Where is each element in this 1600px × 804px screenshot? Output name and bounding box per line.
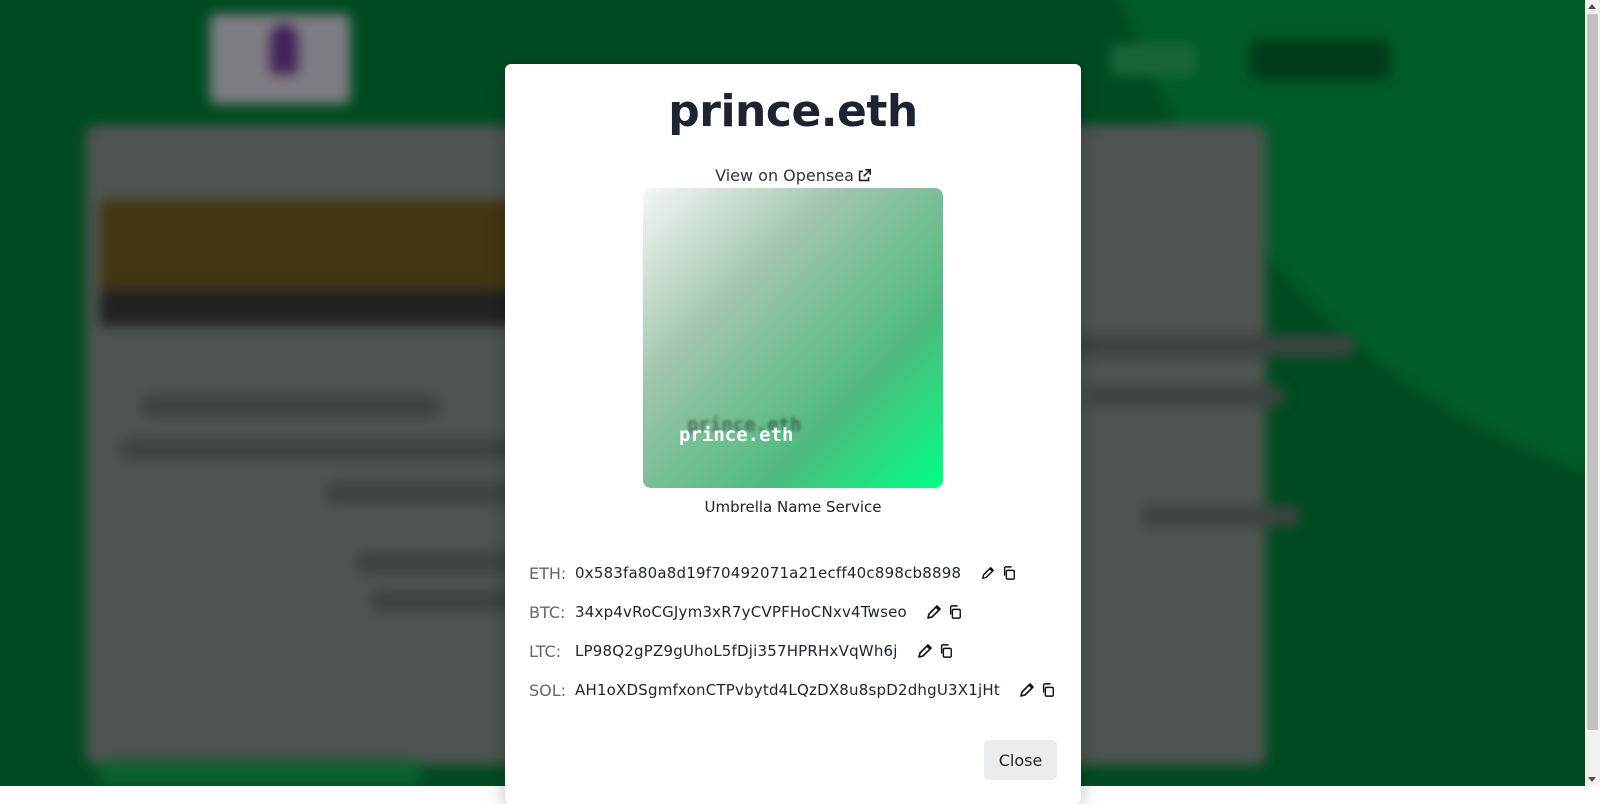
- view-on-opensea-link[interactable]: View on Opensea: [505, 166, 1081, 185]
- nft-domain-text: prince.eth: [679, 424, 794, 446]
- copy-icon[interactable]: [937, 642, 955, 660]
- pencil-icon[interactable]: [925, 603, 943, 621]
- address-row-eth: ETH: 0x583fa80a8d19f70492071a21ecff40c89…: [529, 560, 1018, 586]
- page-scrollbar[interactable]: [1585, 0, 1600, 786]
- close-button[interactable]: Close: [984, 740, 1057, 780]
- address-value: 0x583fa80a8d19f70492071a21ecff40c898cb88…: [575, 564, 962, 582]
- copy-icon[interactable]: [1000, 564, 1018, 582]
- address-value: 34xp4vRoCGJym3xR7yCVPFHoCNxv4Twseo: [575, 603, 907, 621]
- address-row-sol: SOL: AH1oXDSgmfxonCTPvbytd4LQzDX8u8spD2d…: [529, 677, 1057, 703]
- address-label: SOL:: [529, 680, 567, 700]
- address-value: AH1oXDSgmfxonCTPvbytd4LQzDX8u8spD2dhgU3X…: [575, 681, 1000, 699]
- copy-icon[interactable]: [946, 603, 964, 621]
- scroll-up-arrow-icon[interactable]: [1588, 4, 1596, 9]
- pencil-icon[interactable]: [916, 642, 934, 660]
- address-value: LP98Q2gPZ9gUhoL5fDji357HPRHxVqWh6j: [575, 642, 898, 660]
- nft-image: prince.eth prince.eth: [643, 188, 943, 488]
- domain-details-modal: prince.eth View on Opensea prince.eth pr…: [505, 64, 1081, 804]
- external-link-icon: [858, 169, 871, 182]
- address-label: BTC:: [529, 602, 566, 622]
- address-row-btc: BTC: 34xp4vRoCGJym3xR7yCVPFHoCNxv4Twseo: [529, 599, 964, 625]
- pencil-icon[interactable]: [979, 564, 997, 582]
- nft-collection-name: Umbrella Name Service: [704, 498, 882, 516]
- address-row-ltc: LTC: LP98Q2gPZ9gUhoL5fDji357HPRHxVqWh6j: [529, 638, 955, 664]
- scroll-thumb[interactable]: [1587, 14, 1598, 730]
- copy-icon[interactable]: [1039, 681, 1057, 699]
- address-label: ETH:: [529, 563, 567, 583]
- scroll-down-arrow-icon[interactable]: [1588, 777, 1596, 782]
- pencil-icon[interactable]: [1018, 681, 1036, 699]
- address-label: LTC:: [529, 641, 562, 661]
- opensea-link-label: View on Opensea: [715, 166, 854, 185]
- modal-title: prince.eth: [668, 86, 918, 137]
